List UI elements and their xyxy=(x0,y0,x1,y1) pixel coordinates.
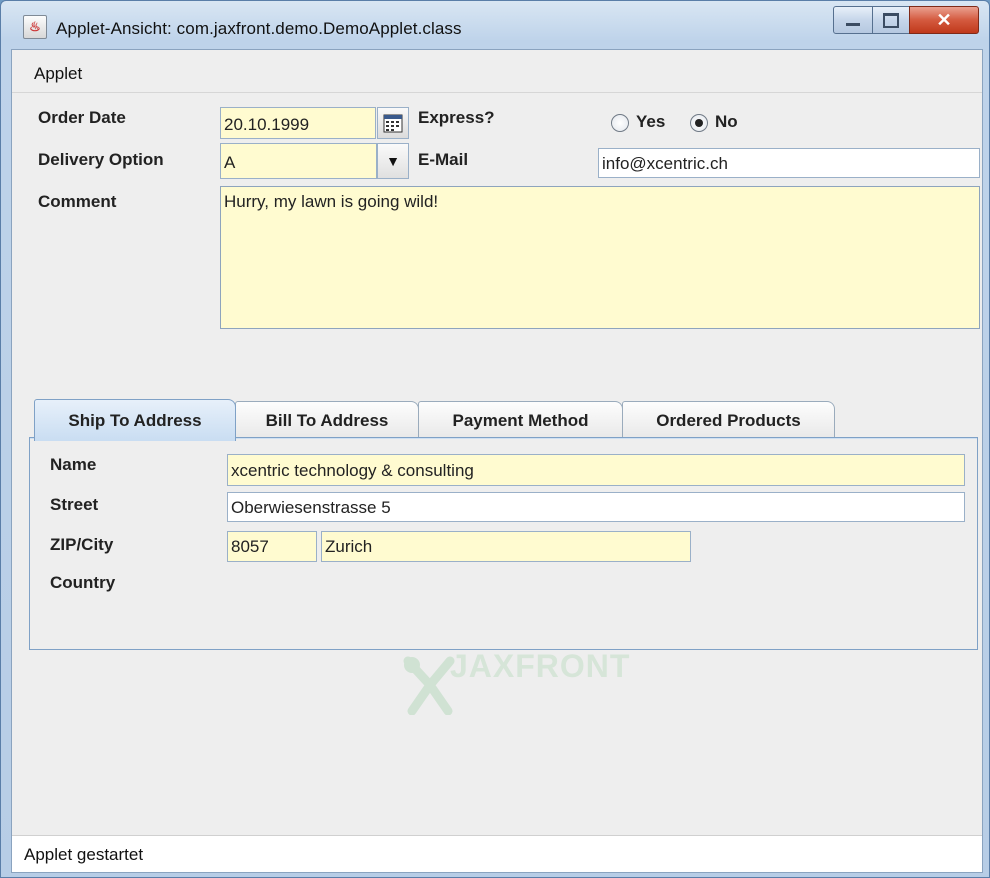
java-applet-icon: ♨ xyxy=(23,15,47,39)
express-yes-radio[interactable] xyxy=(611,114,629,132)
tab-bill-to-address[interactable]: Bill To Address xyxy=(235,401,419,439)
radio-selected-dot xyxy=(695,119,703,127)
tab-ordered-products[interactable]: Ordered Products xyxy=(622,401,835,439)
tab-ship-to-address[interactable]: Ship To Address xyxy=(34,399,236,441)
close-icon: ✕ xyxy=(936,9,952,30)
express-no-label: No xyxy=(715,112,738,131)
zip-input[interactable]: 8057 xyxy=(227,531,317,562)
applet-client-area: Applet Order Date 20.10.1999 Express? Ye… xyxy=(11,49,983,873)
country-label: Country xyxy=(50,573,116,592)
email-label: E-Mail xyxy=(418,150,469,169)
window-title: Applet-Ansicht: com.jaxfront.demo.DemoAp… xyxy=(56,19,462,38)
email-input[interactable]: info@xcentric.ch xyxy=(598,148,980,178)
close-button[interactable]: ✕ xyxy=(909,6,979,34)
name-label: Name xyxy=(50,455,97,474)
delivery-option-select[interactable]: A xyxy=(220,143,377,179)
ship-to-address-panel: Name xcentric technology & consulting St… xyxy=(29,437,978,650)
delivery-option-dropdown-button[interactable]: ▼ xyxy=(377,143,409,179)
comment-label: Comment xyxy=(38,192,117,211)
order-date-label: Order Date xyxy=(38,108,126,127)
name-input[interactable]: xcentric technology & consulting xyxy=(227,454,965,486)
jaxfront-logo-text: JAXFRONT xyxy=(450,648,631,684)
minimize-button[interactable] xyxy=(833,6,873,34)
express-label: Express? xyxy=(418,108,495,127)
chevron-down-icon: ▼ xyxy=(386,153,400,169)
express-yes-label: Yes xyxy=(636,112,666,131)
street-label: Street xyxy=(50,495,99,514)
minimize-icon xyxy=(846,22,860,26)
menu-separator xyxy=(12,92,982,93)
status-text: Applet gestartet xyxy=(24,845,144,864)
tab-payment-method[interactable]: Payment Method xyxy=(418,401,623,439)
maximize-button[interactable] xyxy=(872,6,910,34)
delivery-option-label: Delivery Option xyxy=(38,150,164,169)
applet-window: ♨ Applet-Ansicht: com.jaxfront.demo.Demo… xyxy=(0,0,990,878)
street-input[interactable]: Oberwiesenstrasse 5 xyxy=(227,492,965,522)
comment-textarea[interactable]: Hurry, my lawn is going wild! xyxy=(220,186,980,329)
calendar-button[interactable] xyxy=(377,107,409,139)
city-input[interactable]: Zurich xyxy=(321,531,691,562)
zip-city-label: ZIP/City xyxy=(50,535,114,554)
calendar-icon xyxy=(383,114,403,133)
express-no-radio[interactable] xyxy=(690,114,708,132)
status-bar: Applet gestartet xyxy=(12,835,982,872)
menu-item-applet[interactable]: Applet xyxy=(34,64,82,84)
maximize-icon xyxy=(883,12,899,28)
order-date-input[interactable]: 20.10.1999 xyxy=(220,107,376,139)
